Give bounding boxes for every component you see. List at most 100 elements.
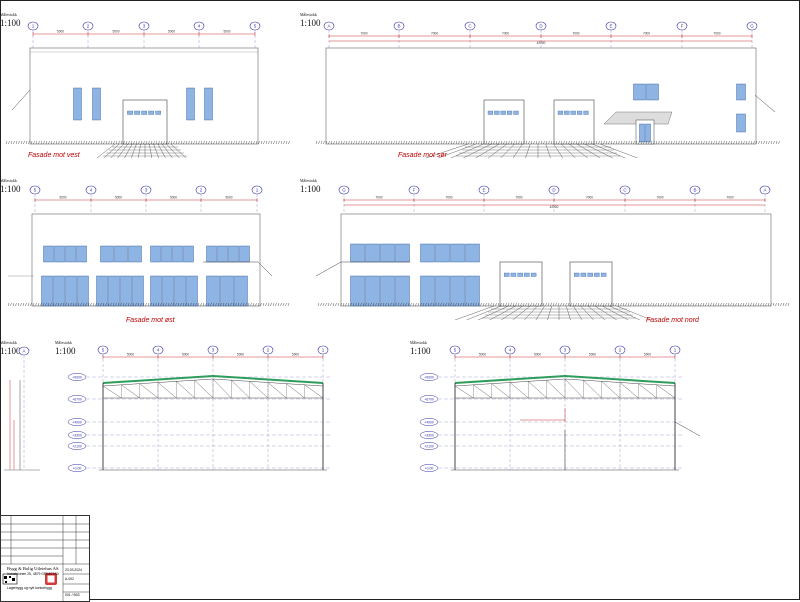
ost-glass-front	[150, 275, 162, 307]
nord-grass	[335, 302, 337, 307]
vest-garage-door-window	[141, 110, 147, 115]
vest-grass	[263, 140, 265, 145]
sor-garage-door-1-window	[500, 110, 506, 115]
facade-south-title: Fasade mot sør	[398, 152, 448, 159]
nord-grass	[337, 302, 340, 307]
nord-grass	[777, 302, 780, 307]
sor-grass	[323, 140, 325, 145]
sec2-truss-diagonal	[528, 381, 547, 399]
sec1-truss-diagonal	[139, 383, 159, 399]
ost-window-upper	[128, 245, 142, 263]
vest-garage-door-window	[148, 110, 154, 115]
sec2-level-label: +3300	[424, 433, 434, 437]
vest-garage-door-window	[127, 110, 133, 115]
sor-dim-value: 7000	[713, 32, 720, 36]
ost-grass	[262, 302, 265, 307]
sor-garage-door-2-window	[557, 110, 563, 115]
sec1-dim-value: 5000	[237, 353, 244, 357]
vest-grass	[18, 140, 20, 145]
ost-grass	[272, 302, 275, 307]
nord-grass	[322, 302, 325, 307]
nord-window-upper	[450, 243, 465, 263]
vest-garage-door-window	[155, 110, 161, 115]
sec1-truss-diagonal	[102, 385, 122, 399]
ost-grass	[260, 302, 262, 307]
sec2-dim-value: 5000	[644, 353, 651, 357]
ost-glass-front	[65, 275, 77, 307]
ost-grass	[27, 302, 30, 307]
sor-dim-total: 42000	[537, 41, 546, 45]
nord-axis-label: B	[693, 188, 696, 193]
ost-grass	[265, 302, 267, 307]
ost-glass-front	[96, 275, 108, 307]
sor-dim-value: 7000	[431, 32, 438, 36]
nord-garage-door-1-window	[510, 272, 517, 277]
ost-grass	[267, 302, 270, 307]
nord-canopy	[315, 261, 342, 277]
sec2-truss-diagonal	[619, 382, 639, 399]
ost-window-upper	[150, 245, 161, 263]
vest-grass	[288, 140, 290, 145]
nord-dim-value: 7000	[726, 196, 733, 200]
ost-window-upper	[206, 245, 217, 263]
ost-window-upper	[228, 245, 239, 263]
nord-glass-front	[350, 275, 365, 307]
sor-grass	[758, 140, 760, 145]
sec1-truss-diagonal	[157, 382, 177, 399]
nord-garage-door-1-window	[524, 272, 530, 277]
ost-grass	[275, 302, 277, 307]
sor-entrance-glass	[639, 123, 645, 143]
facade-north: G F E D C B A7000 7000 7000 7000 7000 700042000	[315, 185, 790, 321]
ost-window-upper	[43, 245, 54, 263]
sec2-dim-value: 5000	[479, 353, 486, 357]
ost-glass-front	[186, 275, 198, 307]
nord-grass	[780, 302, 782, 307]
nord-axis-label: G	[342, 188, 346, 193]
title-block: Bygg & Bolig Utleiehus AS Industriveien …	[0, 515, 90, 602]
ost-window-upper	[100, 245, 114, 263]
nord-dim-value: 7000	[375, 196, 382, 200]
sec1-dim-value: 5000	[127, 353, 134, 357]
sec1-truss-diagonal	[249, 381, 269, 399]
sor-grass	[765, 140, 768, 145]
sec1-truss-diagonal	[121, 384, 140, 399]
facade-south: A B C D E F G7000 7000 7000 7000 7000 700042000	[315, 21, 780, 159]
sor-axis-label: G	[750, 24, 754, 29]
section-2: 5 4 3 2 15000 5000 5000 5000+9000+6700+4000+330…	[419, 345, 701, 472]
sor-grass	[315, 140, 318, 145]
vest-grass	[275, 140, 278, 145]
nord-grass	[772, 302, 775, 307]
ost-grass	[287, 302, 290, 307]
ost-window-upper	[65, 245, 76, 263]
vest-dim-value: 5000	[223, 30, 230, 34]
nord-glass-front	[465, 275, 480, 307]
vest-grass	[265, 140, 268, 145]
nord-garage-door-2-window	[574, 272, 580, 277]
vest-grass	[280, 140, 283, 145]
vest-dim-value: 5000	[168, 30, 175, 34]
vest-grass	[258, 140, 260, 145]
ost-grass	[15, 302, 17, 307]
sec1-truss-diagonal	[194, 380, 214, 399]
sor-grass	[760, 140, 763, 145]
ost-glass-front	[132, 275, 144, 307]
sec1-level-label: +9000	[72, 375, 82, 379]
nord-grass	[320, 302, 322, 307]
sor-grass	[768, 140, 770, 145]
nord-glass-front	[380, 275, 395, 307]
sor-entrance-door	[635, 119, 655, 145]
ost-window-upper	[76, 245, 87, 263]
ost-dim-value: 5000	[170, 196, 177, 200]
nord-window-upper	[395, 243, 410, 263]
ost-glass-front	[234, 275, 248, 307]
nord-window-upper	[435, 243, 450, 263]
ost-grass	[270, 302, 272, 307]
sec2-truss-diagonal	[509, 382, 529, 399]
nord-grass	[317, 302, 320, 307]
sor-garage-door-2-window	[577, 110, 583, 115]
ost-glass-front	[41, 275, 53, 307]
sor-window-right	[736, 113, 746, 133]
sec1-truss-diagonal	[212, 378, 232, 399]
facade-west-title: Fasade mot vest	[28, 152, 81, 159]
sor-window-right	[736, 83, 746, 101]
